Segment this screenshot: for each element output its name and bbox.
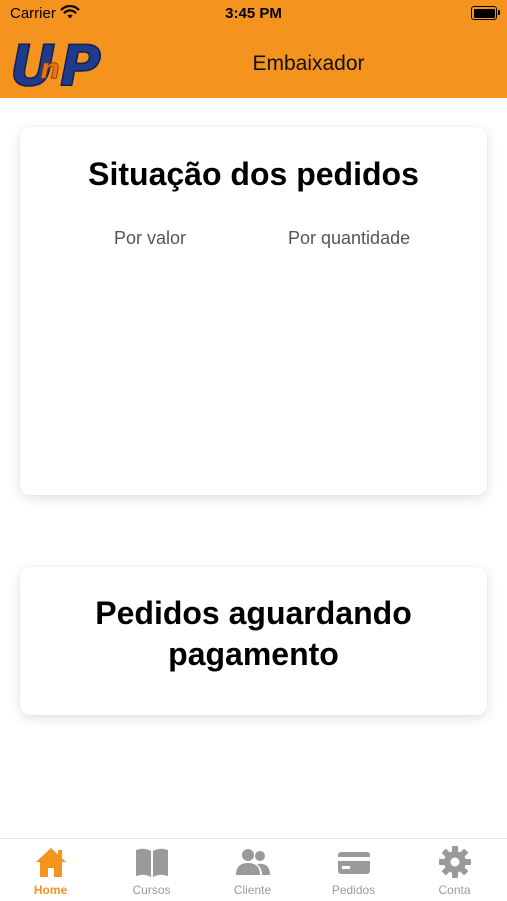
tab-por-valor[interactable]: Por valor	[114, 228, 186, 249]
page-title: Embaixador	[252, 52, 365, 75]
pedidos-aguardando-card[interactable]: Pedidos aguardando pagamento	[20, 567, 487, 715]
app-header: Carrier 3:45 PM U P n Embaixador	[0, 0, 507, 98]
battery-icon	[471, 6, 500, 20]
status-bar: Carrier 3:45 PM	[0, 0, 507, 28]
tab-pedidos[interactable]: Pedidos	[303, 839, 404, 901]
situacao-pedidos-title: Situação dos pedidos	[88, 156, 419, 192]
pedidos-aguardando-title: Pedidos aguardando pagamento	[95, 595, 412, 672]
tab-bar: Home Cursos Cliente Pedidos Conta	[0, 838, 507, 901]
tab-home[interactable]: Home	[0, 839, 101, 901]
situacao-pedidos-card: Situação dos pedidos Por valor Por quant…	[20, 127, 487, 495]
svg-text:n: n	[40, 52, 60, 85]
gear-icon	[439, 846, 471, 878]
svg-text:P: P	[60, 34, 101, 92]
segment-tabs: Por valor Por quantidade	[20, 228, 487, 252]
tab-por-quantidade[interactable]: Por quantidade	[288, 228, 410, 249]
home-icon	[36, 848, 66, 877]
tab-home-label: Home	[33, 883, 68, 897]
users-icon	[236, 849, 270, 875]
book-icon	[136, 848, 168, 877]
tab-cliente[interactable]: Cliente	[202, 839, 303, 901]
tab-cursos-label: Cursos	[132, 883, 171, 897]
credit-card-icon	[338, 852, 370, 874]
tab-conta-label: Conta	[438, 883, 471, 897]
tab-cliente-label: Cliente	[233, 883, 272, 897]
clock-label: 3:45 PM	[225, 5, 282, 22]
tab-cursos[interactable]: Cursos	[101, 839, 202, 901]
tab-conta[interactable]: Conta	[404, 839, 505, 901]
tab-pedidos-label: Pedidos	[331, 883, 376, 897]
unp-logo: U P n	[9, 33, 102, 92]
